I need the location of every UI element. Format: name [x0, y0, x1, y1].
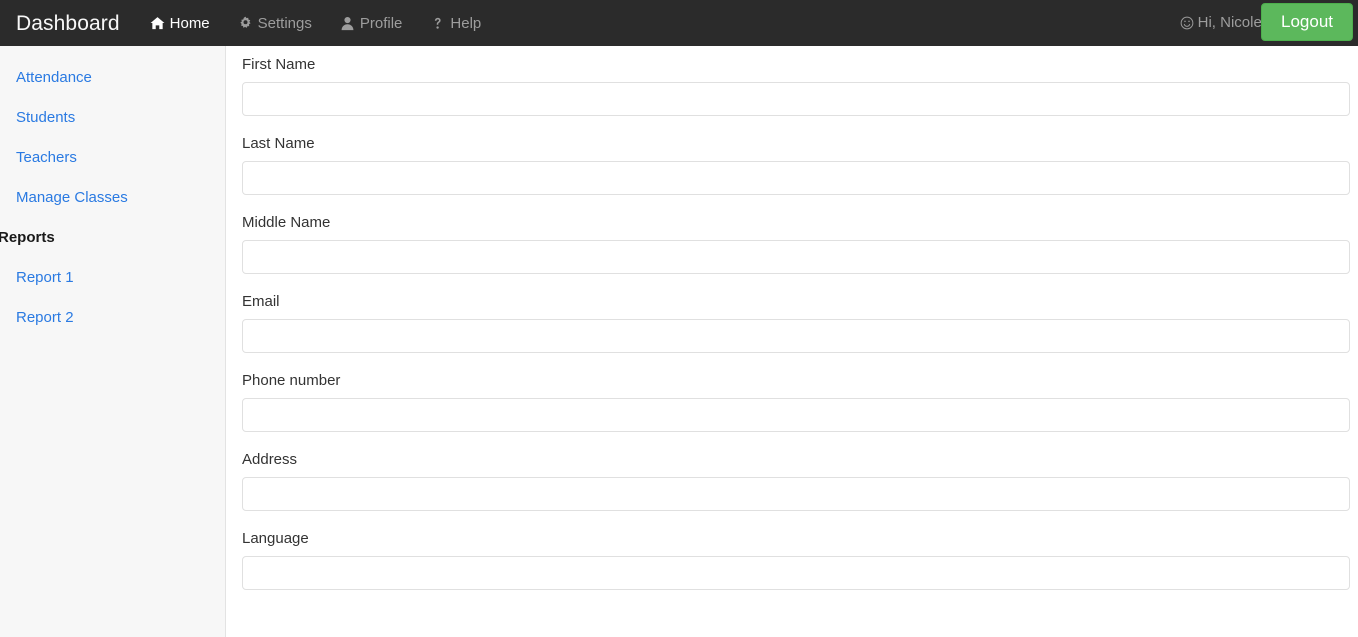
input-last-name[interactable]: [242, 161, 1350, 195]
nav-item-help[interactable]: Help: [416, 0, 495, 46]
greeting-text: Hi, Nicole!: [1197, 14, 1266, 31]
sidebar-item-students[interactable]: Students: [0, 98, 225, 138]
input-language[interactable]: [242, 556, 1350, 590]
user-greeting: Hi, Nicole!: [1180, 14, 1266, 31]
page-body: Attendance Students Teachers Manage Clas…: [0, 46, 1358, 637]
input-address[interactable]: [242, 477, 1350, 511]
main-content: First Name Last Name Middle Name Email P…: [226, 46, 1358, 637]
nav-item-profile[interactable]: Profile: [326, 0, 417, 46]
sidebar: Attendance Students Teachers Manage Clas…: [0, 46, 226, 637]
nav-item-home[interactable]: Home: [136, 0, 224, 46]
top-navbar: Dashboard Home Settings Profile Help Hi,…: [0, 0, 1358, 46]
form-group-first-name: First Name: [242, 55, 1350, 116]
gear-icon: [238, 16, 253, 31]
input-phone-number[interactable]: [242, 398, 1350, 432]
form-group-language: Language: [242, 529, 1350, 590]
form-group-email: Email: [242, 292, 1350, 353]
label-phone-number: Phone number: [242, 372, 341, 389]
label-first-name: First Name: [242, 56, 316, 73]
form-group-middle-name: Middle Name: [242, 213, 1350, 274]
sidebar-item-report-1[interactable]: Report 1: [0, 258, 225, 298]
sidebar-item-attendance[interactable]: Attendance: [0, 58, 225, 98]
label-last-name: Last Name: [242, 135, 315, 152]
user-icon: [340, 16, 355, 31]
input-first-name[interactable]: [242, 82, 1350, 116]
sidebar-item-report-2[interactable]: Report 2: [0, 298, 225, 338]
label-language: Language: [242, 530, 309, 547]
sidebar-item-teachers[interactable]: Teachers: [0, 138, 225, 178]
sidebar-heading-reports: Reports: [0, 229, 55, 246]
navbar-menu: Home Settings Profile Help: [136, 0, 496, 46]
label-middle-name: Middle Name: [242, 214, 331, 231]
input-middle-name[interactable]: [242, 240, 1350, 274]
brand-dashboard[interactable]: Dashboard: [0, 13, 136, 34]
input-email[interactable]: [242, 319, 1350, 353]
smiley-face-icon: [1180, 16, 1194, 30]
profile-form: First Name Last Name Middle Name Email P…: [242, 55, 1350, 590]
nav-item-profile-label: Profile: [359, 14, 403, 32]
home-icon: [150, 16, 165, 31]
form-group-phone-number: Phone number: [242, 371, 1350, 432]
form-group-address: Address: [242, 450, 1350, 511]
nav-item-help-label: Help: [450, 14, 482, 32]
label-address: Address: [242, 451, 298, 468]
nav-item-settings-label: Settings: [257, 14, 312, 32]
question-mark-icon: [430, 16, 445, 31]
label-email: Email: [242, 293, 280, 310]
form-group-last-name: Last Name: [242, 134, 1350, 195]
nav-item-home-label: Home: [169, 14, 210, 32]
logout-button[interactable]: Logout: [1261, 3, 1353, 41]
nav-item-settings[interactable]: Settings: [224, 0, 326, 46]
sidebar-item-manage-classes[interactable]: Manage Classes: [0, 178, 225, 218]
